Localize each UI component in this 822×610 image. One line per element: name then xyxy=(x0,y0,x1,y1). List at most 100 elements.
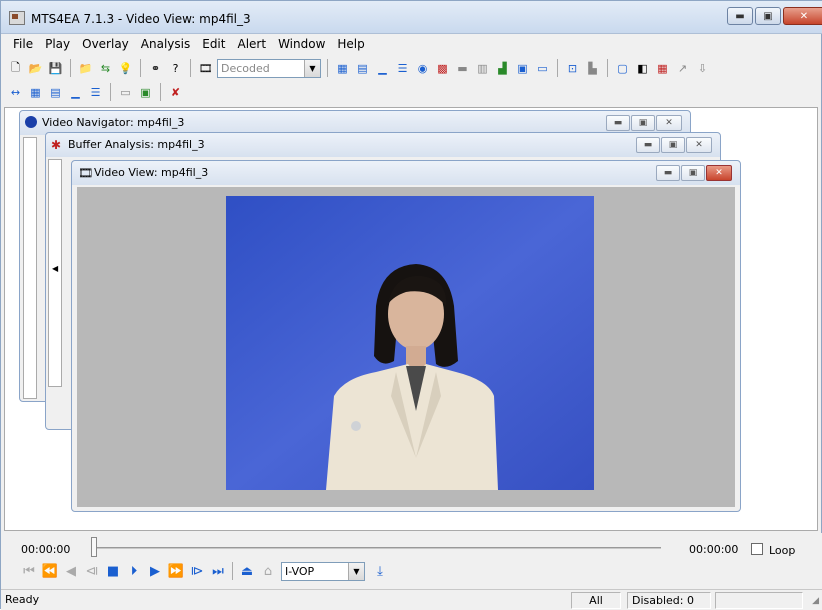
video-frame xyxy=(226,196,594,490)
rewind-start-icon[interactable]: ⏮ xyxy=(19,561,39,581)
new-file-icon[interactable]: 🗋 xyxy=(7,60,24,77)
open-folder-icon[interactable]: 📂 xyxy=(27,60,44,77)
buffer-maximize-button[interactable]: ▣ xyxy=(661,137,685,153)
export-icon[interactable]: ↗ xyxy=(674,60,691,77)
frame-icon[interactable]: ▣ xyxy=(137,84,154,101)
app-icon[interactable] xyxy=(9,11,25,25)
video-maximize-button[interactable]: ▣ xyxy=(681,165,705,181)
menu-edit[interactable]: Edit xyxy=(196,35,231,53)
step-forward-icon[interactable]: ⏵ xyxy=(124,561,144,581)
video-view-window[interactable]: 🎞 Video View: mp4fil_3 ▬ ▣ ✕ xyxy=(71,160,741,512)
marker-icon[interactable]: ⏏ xyxy=(237,561,257,581)
navigator-maximize-button[interactable]: ▣ xyxy=(631,115,655,131)
alert-off-icon[interactable]: ✘ xyxy=(167,84,184,101)
buffer-panel: ◀ xyxy=(48,159,62,387)
width-icon[interactable]: ↔ xyxy=(7,84,24,101)
zoom-icon[interactable]: ⊡ xyxy=(564,60,581,77)
bars-icon[interactable]: ▬ xyxy=(454,60,471,77)
histogram-icon[interactable]: ▟ xyxy=(494,60,511,77)
buffer-minimize-button[interactable]: ▬ xyxy=(636,137,660,153)
video-canvas xyxy=(77,187,735,507)
menu-overlay[interactable]: Overlay xyxy=(76,35,135,53)
window-icon[interactable]: ◧ xyxy=(634,60,651,77)
film-icon: 🎞 xyxy=(198,61,213,75)
status-bar: Ready All Disabled: 0 ◢ xyxy=(1,589,822,610)
skip-end-icon[interactable]: ⏭ xyxy=(208,561,228,581)
decode-select[interactable]: Decoded ▼ xyxy=(217,58,321,78)
target-icon[interactable]: ◉ xyxy=(414,60,431,77)
export-frame-icon[interactable]: ⤓ xyxy=(370,561,390,581)
save-icon[interactable]: 💾 xyxy=(47,60,64,77)
loop-checkbox[interactable] xyxy=(751,543,763,555)
frame-back-icon[interactable]: ⧏ xyxy=(82,561,102,581)
window-controls: ▬ ▣ ✕ xyxy=(727,7,822,25)
film-icon: 🎞 xyxy=(78,166,94,180)
folder-icon[interactable]: 📁 xyxy=(77,60,94,77)
resize-grip-icon[interactable]: ◢ xyxy=(812,596,819,606)
refresh-icon[interactable]: ⇆ xyxy=(97,60,114,77)
navigator-panel xyxy=(23,137,37,399)
comment-icon[interactable]: ▭ xyxy=(534,60,551,77)
stop-icon[interactable]: ■ xyxy=(103,561,123,581)
graph-icon[interactable]: ▙ xyxy=(584,60,601,77)
step-back-icon[interactable]: ◀ xyxy=(61,561,81,581)
seek-track[interactable] xyxy=(93,547,661,549)
navigator-minimize-button[interactable]: ▬ xyxy=(606,115,630,131)
frame-forward-icon[interactable]: ⧐ xyxy=(187,561,207,581)
title-bar: MTS4EA 7.1.3 - Video View: mp4fil_3 ▬ ▣ … xyxy=(1,1,822,34)
app-window: MTS4EA 7.1.3 - Video View: mp4fil_3 ▬ ▣ … xyxy=(0,0,822,610)
bar-chart-icon[interactable]: ▥ xyxy=(474,60,491,77)
mosaic-icon[interactable]: ▩ xyxy=(434,60,451,77)
status-all: All xyxy=(571,592,621,609)
frame-type-select[interactable]: I-VOP ▼ xyxy=(281,561,365,581)
minimize-button[interactable]: ▬ xyxy=(727,7,753,25)
menu-alert[interactable]: Alert xyxy=(231,35,272,53)
window-title: MTS4EA 7.1.3 - Video View: mp4fil_3 xyxy=(31,12,251,26)
menu-analysis[interactable]: Analysis xyxy=(135,35,196,53)
list-view-icon[interactable]: ☰ xyxy=(87,84,104,101)
table-icon[interactable]: ▦ xyxy=(27,84,44,101)
menu-help[interactable]: Help xyxy=(331,35,370,53)
color-grid-icon[interactable]: ▦ xyxy=(654,60,671,77)
hex-view-icon[interactable]: ▤ xyxy=(47,84,64,101)
video-minimize-button[interactable]: ▬ xyxy=(656,165,680,181)
mdi-client-area: Video Navigator: mp4fil_3 ▬ ▣ ✕ ✱ Buffer… xyxy=(4,107,818,531)
fast-rewind-icon[interactable]: ⏪ xyxy=(40,561,60,581)
grid-icon[interactable]: ▦ xyxy=(334,60,351,77)
status-disabled: Disabled: 0 xyxy=(627,592,711,609)
secondary-toolbar: ↔ ▦ ▤ ▁ ☰ ▭ ▣ ✘ xyxy=(1,79,822,105)
marker-disabled-icon[interactable]: ⌂ xyxy=(258,561,278,581)
loop-label: Loop xyxy=(769,544,796,557)
monitor-icon[interactable]: ▭ xyxy=(117,84,134,101)
chart-icon[interactable]: ▁ xyxy=(374,60,391,77)
fast-forward-icon[interactable]: ⏩ xyxy=(166,561,186,581)
picture-icon[interactable]: ▣ xyxy=(514,60,531,77)
hex-icon[interactable]: ▤ xyxy=(354,60,371,77)
maximize-button[interactable]: ▣ xyxy=(755,7,781,25)
close-button[interactable]: ✕ xyxy=(783,7,822,25)
menu-play[interactable]: Play xyxy=(39,35,76,53)
one-to-one-icon[interactable]: ▢ xyxy=(614,60,631,77)
transport-bar: ⏮ ⏪ ◀ ⧏ ■ ⏵ ▶ ⏩ ⧐ ⏭ ⏏ ⌂ I-VOP ▼ ⤓ xyxy=(19,561,390,581)
play-icon[interactable]: ▶ xyxy=(145,561,165,581)
menu-file[interactable]: File xyxy=(7,35,39,53)
seek-thumb[interactable] xyxy=(91,537,97,557)
menu-bar: File Play Overlay Analysis Edit Alert Wi… xyxy=(1,35,822,53)
list-icon[interactable]: ☰ xyxy=(394,60,411,77)
main-toolbar: 🗋 📂 💾 📁 ⇆ 💡 ⚭ ? 🎞 Decoded ▼ ▦ ▤ ▁ ☰ ◉ ▩ … xyxy=(1,55,822,81)
link-icon[interactable]: ⚭ xyxy=(147,60,164,77)
navigator-close-button[interactable]: ✕ xyxy=(656,115,682,131)
import-icon[interactable]: ⇩ xyxy=(694,60,711,77)
chevron-down-icon[interactable]: ▼ xyxy=(348,562,364,580)
chart-view-icon[interactable]: ▁ xyxy=(67,84,84,101)
menu-window[interactable]: Window xyxy=(272,35,331,53)
help-icon[interactable]: ? xyxy=(167,60,184,77)
current-time: 00:00:00 xyxy=(21,543,71,556)
status-ready: Ready xyxy=(5,593,40,606)
chevron-left-icon[interactable]: ◀ xyxy=(52,264,58,273)
video-close-button[interactable]: ✕ xyxy=(706,165,732,181)
buffer-close-button[interactable]: ✕ xyxy=(686,137,712,153)
chevron-down-icon[interactable]: ▼ xyxy=(304,59,320,77)
bulb-icon[interactable]: 💡 xyxy=(117,60,134,77)
status-empty xyxy=(715,592,803,609)
